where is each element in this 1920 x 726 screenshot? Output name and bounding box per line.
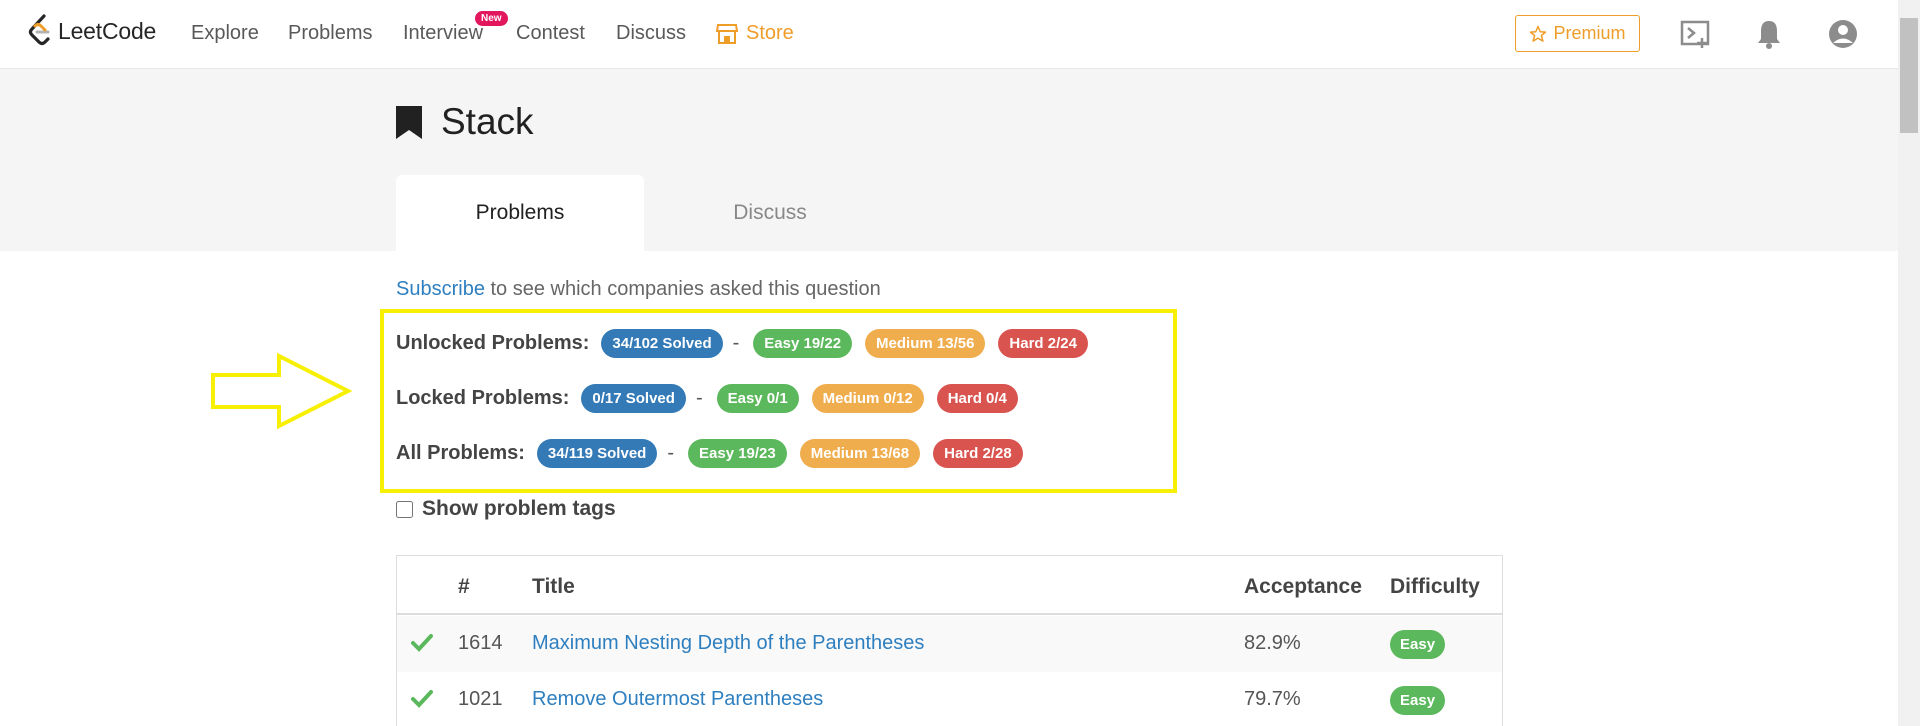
logo[interactable]: LeetCode	[28, 14, 156, 48]
nav-explore[interactable]: Explore	[191, 22, 259, 45]
page-title-text: Stack	[441, 101, 534, 142]
row-acceptance: 79.7%	[1244, 688, 1301, 710]
row-acceptance: 82.9%	[1244, 632, 1301, 654]
header-num[interactable]: #	[458, 575, 470, 599]
premium-button[interactable]: Premium	[1515, 15, 1640, 52]
table-row: 1614 Maximum Nesting Depth of the Parent…	[397, 616, 1502, 672]
header-difficulty[interactable]: Difficulty	[1390, 575, 1480, 599]
bookmark-icon	[396, 105, 422, 139]
subscribe-text: to see which companies asked this questi…	[484, 278, 881, 300]
store-icon	[716, 23, 738, 44]
row-num: 1021	[458, 688, 503, 710]
header-acceptance[interactable]: Acceptance	[1244, 575, 1362, 599]
page-title: Stack	[395, 101, 534, 143]
difficulty-badge: Easy	[1390, 630, 1446, 659]
star-icon	[1530, 25, 1547, 42]
row-title-link[interactable]: Remove Outermost Parentheses	[532, 688, 823, 711]
header-title[interactable]: Title	[532, 575, 575, 599]
scrollbar-thumb[interactable]	[1900, 18, 1918, 133]
new-badge: New	[475, 11, 508, 26]
top-nav: LeetCode Explore Problems Interview New …	[0, 0, 1898, 69]
locked-solved-badge: 0/17 Solved	[581, 384, 686, 413]
locked-medium-badge: Medium 0/12	[811, 384, 924, 413]
playground-icon[interactable]	[1680, 18, 1712, 50]
all-hard-badge: Hard 2/28	[933, 439, 1023, 468]
nav-interview[interactable]: Interview	[403, 22, 483, 45]
check-icon	[411, 690, 433, 708]
subscribe-link[interactable]: Subscribe	[396, 278, 485, 300]
leetcode-logo-icon	[28, 14, 50, 46]
premium-label: Premium	[1553, 23, 1626, 43]
dash: -	[695, 387, 703, 409]
nav-contest[interactable]: Contest	[516, 22, 585, 45]
nav-problems[interactable]: Problems	[288, 22, 372, 45]
bell-icon[interactable]	[1756, 18, 1782, 50]
show-tags-checkbox[interactable]	[396, 500, 413, 518]
all-stats: All Problems: 34/119 Solved - Easy 19/23…	[396, 439, 1023, 468]
table-header: # Title Acceptance Difficulty	[397, 556, 1502, 615]
difficulty-badge: Easy	[1390, 686, 1446, 715]
nav-discuss[interactable]: Discuss	[616, 22, 686, 45]
unlocked-label: Unlocked Problems:	[396, 332, 590, 354]
all-medium-badge: Medium 13/68	[799, 439, 921, 468]
row-num: 1614	[458, 632, 503, 654]
arrow-icon	[211, 352, 352, 430]
nav-store[interactable]: Store	[716, 22, 794, 45]
subscribe-line: Subscribe to see which companies asked t…	[396, 278, 881, 301]
all-easy-badge: Easy 19/23	[688, 439, 787, 468]
locked-label: Locked Problems:	[396, 387, 570, 409]
show-tags-label: Show problem tags	[422, 497, 616, 520]
dash: -	[732, 332, 740, 354]
problems-table: # Title Acceptance Difficulty 1614 Maxim…	[396, 555, 1503, 726]
unlocked-solved-badge: 34/102 Solved	[601, 329, 723, 358]
tab-discuss[interactable]: Discuss	[646, 175, 894, 251]
unlocked-medium-badge: Medium 13/56	[865, 329, 986, 358]
row-title-link[interactable]: Maximum Nesting Depth of the Parentheses	[532, 632, 924, 655]
show-tags[interactable]: Show problem tags	[396, 497, 616, 521]
all-solved-badge: 34/119 Solved	[536, 439, 658, 468]
locked-stats: Locked Problems: 0/17 Solved - Easy 0/1 …	[396, 384, 1018, 413]
unlocked-hard-badge: Hard 2/24	[998, 329, 1088, 358]
table-row: 1021 Remove Outermost Parentheses 79.7% …	[397, 672, 1502, 726]
all-label: All Problems:	[396, 442, 525, 464]
dash: -	[667, 442, 674, 464]
tab-problems[interactable]: Problems	[396, 175, 644, 251]
locked-hard-badge: Hard 0/4	[936, 384, 1018, 413]
user-icon[interactable]	[1827, 18, 1859, 50]
header-band	[0, 69, 1898, 251]
store-label: Store	[746, 22, 794, 44]
check-icon	[411, 634, 433, 652]
unlocked-easy-badge: Easy 19/22	[753, 329, 853, 358]
unlocked-stats: Unlocked Problems: 34/102 Solved - Easy …	[396, 329, 1088, 358]
logo-text: LeetCode	[58, 17, 157, 44]
locked-easy-badge: Easy 0/1	[716, 384, 799, 413]
